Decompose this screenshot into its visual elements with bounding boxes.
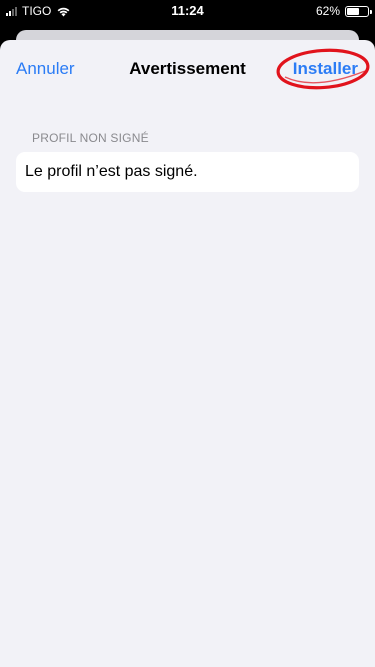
navigation-bar: Annuler Avertissement Installer [0,40,375,96]
battery-icon [345,5,372,17]
battery-percent: 62% [315,4,340,18]
unsigned-profile-message: Le profil n’est pas signé. [25,163,198,180]
list-item: Le profil n’est pas signé. [16,152,359,192]
battery-cap [370,9,372,14]
status-bar: TIGO 11:24 62% [0,0,375,22]
cancel-button[interactable]: Annuler [16,59,75,79]
warning-sheet: Annuler Avertissement Installer PROFIL N… [0,40,375,667]
install-button[interactable]: Installer [293,59,358,79]
status-right: 62% [315,3,372,19]
battery-level-fill [347,7,360,15]
section-header: PROFIL NON SIGNÉ [32,131,149,145]
